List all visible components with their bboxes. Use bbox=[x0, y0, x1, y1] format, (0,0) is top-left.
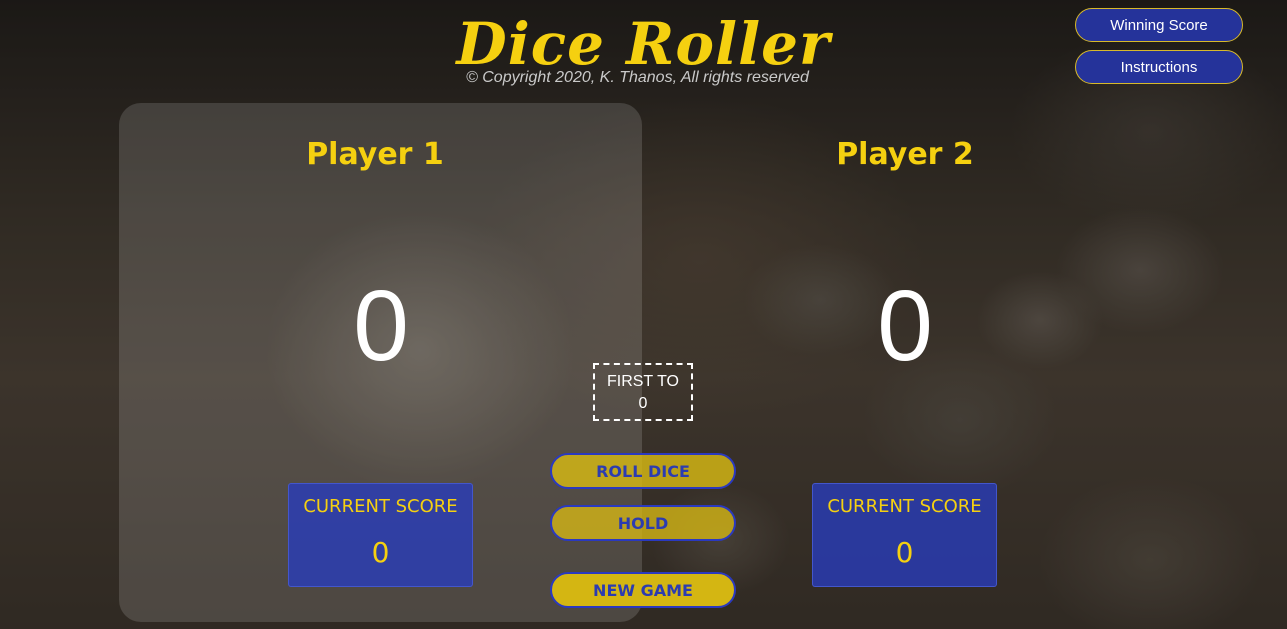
player-1-current-value: 0 bbox=[371, 536, 390, 569]
player-2-total-score: 0 bbox=[877, 270, 933, 382]
target-label: FIRST TO bbox=[606, 373, 679, 390]
player-1-current-label: CURRENT SCORE bbox=[303, 496, 458, 517]
target-value: 0 bbox=[638, 395, 648, 412]
game-background: Dice Roller © Copyright 2020, K. Thanos,… bbox=[0, 0, 1287, 629]
player-2-current-label: CURRENT SCORE bbox=[827, 496, 982, 517]
player-2-name: Player 2 bbox=[836, 137, 974, 172]
player-1-total-score: 0 bbox=[353, 270, 409, 382]
player-1-current-score-box: CURRENT SCORE 0 bbox=[288, 483, 473, 587]
hold-button[interactable]: HOLD bbox=[550, 505, 736, 541]
player-1-name: Player 1 bbox=[306, 137, 444, 172]
new-game-button[interactable]: NEW GAME bbox=[550, 572, 736, 608]
winning-score-button[interactable]: Winning Score bbox=[1075, 8, 1243, 42]
player-2-current-value: 0 bbox=[895, 536, 914, 569]
roll-dice-button[interactable]: ROLL DICE bbox=[550, 453, 736, 489]
instructions-button[interactable]: Instructions bbox=[1075, 50, 1243, 84]
winning-target-box: FIRST TO 0 bbox=[593, 363, 693, 421]
copyright-text: © Copyright 2020, K. Thanos, All rights … bbox=[466, 69, 809, 86]
player-2-current-score-box: CURRENT SCORE 0 bbox=[812, 483, 997, 587]
